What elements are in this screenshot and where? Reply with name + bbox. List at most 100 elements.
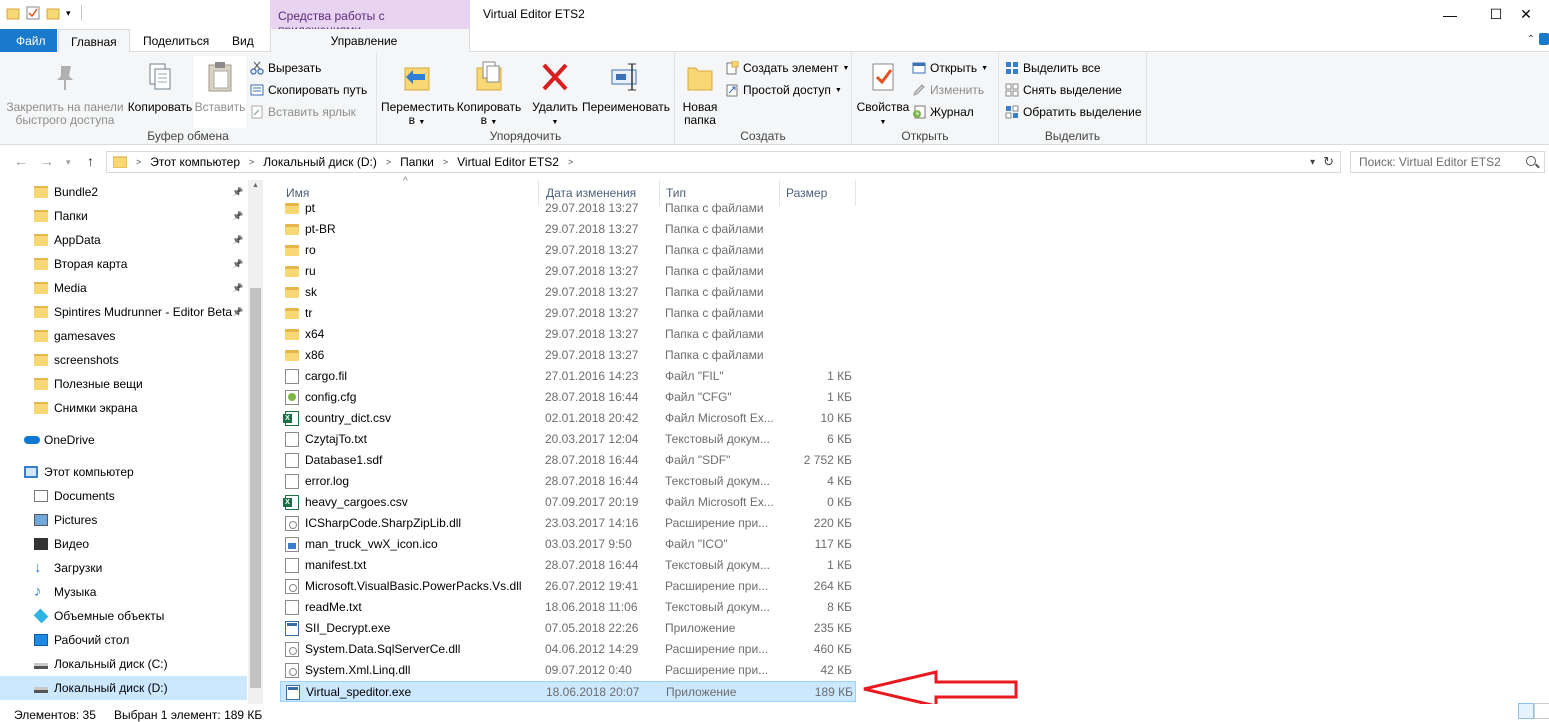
breadcrumb-this-pc[interactable]: Этот компьютер (150, 155, 240, 169)
table-row[interactable]: SII_Decrypt.exe 07.05.2018 22:26 Приложени… (280, 618, 856, 639)
paste-shortcut-button[interactable]: Вставить ярлык (250, 102, 356, 122)
rename-button[interactable]: Переименовать (581, 56, 671, 114)
breadcrumb-drive-d[interactable]: Локальный диск (D:) (263, 155, 377, 169)
chevron-right-icon[interactable]: > (386, 157, 391, 167)
copy-path-button[interactable]: Скопировать путь (250, 80, 367, 100)
nav-item-pc-location[interactable]: Pictures (0, 508, 247, 532)
table-row[interactable]: pt-BR 29.07.2018 13:27 Папка с файлами (280, 219, 856, 240)
nav-item-quick-access[interactable]: Полезные вещи (0, 372, 247, 396)
address-bar[interactable]: > Этот компьютер > Локальный диск (D:) >… (106, 151, 1341, 173)
open-button[interactable]: Открыть ▼ (912, 58, 988, 78)
nav-item-quick-access[interactable]: Bundle2 📌 (0, 180, 247, 204)
table-row-selected[interactable]: Virtual_speditor.exe 18.06.2018 20:07 Прил… (280, 681, 856, 702)
tab-manage[interactable]: Управление (270, 29, 470, 52)
nav-item-quick-access[interactable]: screenshots (0, 348, 247, 372)
select-all-button[interactable]: Выделить все (1005, 58, 1101, 78)
nav-scrollbar[interactable]: ▲ (248, 180, 263, 704)
refresh-icon[interactable]: ↻ (1323, 154, 1334, 170)
nav-item-quick-access[interactable]: Вторая карта 📌 (0, 252, 247, 276)
help-icon[interactable] (1539, 33, 1549, 45)
large-icons-view-icon[interactable] (1534, 703, 1549, 719)
nav-item-pc-location[interactable]: Локальный диск (D:) (0, 676, 247, 700)
forward-arrow-icon[interactable]: → (40, 153, 54, 169)
nav-item-pc-location[interactable]: Объемные объекты (0, 604, 247, 628)
back-arrow-icon[interactable]: ← (14, 153, 28, 169)
easy-access-button[interactable]: Простой доступ ▼ (725, 80, 842, 100)
table-row[interactable]: ICSharpCode.SharpZipLib.dll 23.03.2017 14… (280, 513, 856, 534)
tab-share[interactable]: Поделиться (131, 29, 221, 52)
chevron-right-icon[interactable]: > (249, 157, 254, 167)
nav-item-pc-location[interactable]: Рабочий стол (0, 628, 247, 652)
pin-quick-access-button[interactable]: Закрепить на панели быстрого доступа (4, 56, 126, 127)
cut-button[interactable]: Вырезать (250, 58, 321, 78)
table-row[interactable]: x64 29.07.2018 13:27 Папка с файлами (280, 324, 856, 345)
table-row[interactable]: pt 29.07.2018 13:27 Папка с файлами (280, 198, 856, 219)
table-row[interactable]: cargo.fil 27.01.2016 14:23 Файл "FIL" 1 КБ (280, 366, 856, 387)
breadcrumb-current[interactable]: Virtual Editor ETS2 (457, 155, 559, 169)
chevron-right-icon[interactable]: > (443, 157, 448, 167)
edit-button[interactable]: Изменить (912, 80, 984, 100)
table-row[interactable]: sk 29.07.2018 13:27 Папка с файлами (280, 282, 856, 303)
table-row[interactable]: readMe.txt 18.06.2018 11:06 Текстовый доку… (280, 597, 856, 618)
nav-item-quick-access[interactable]: Снимки экрана (0, 396, 247, 420)
tab-home[interactable]: Главная (58, 29, 130, 53)
details-view-icon[interactable] (1518, 703, 1534, 719)
table-row[interactable]: System.Data.SqlServerCe.dll 04.06.2012 14… (280, 639, 856, 660)
tab-file[interactable]: Файл (0, 29, 57, 52)
table-row[interactable]: man_truck_vwX_icon.ico 03.03.2017 9:50 Фай… (280, 534, 856, 555)
nav-item-pc-location[interactable]: ↓ Загрузки (0, 556, 247, 580)
qat-dropdown-icon[interactable]: ▾ (66, 8, 71, 19)
nav-item-quick-access[interactable]: AppData 📌 (0, 228, 247, 252)
close-button[interactable]: ✕ (1503, 0, 1549, 29)
table-row[interactable]: ru 29.07.2018 13:27 Папка с файлами (280, 261, 856, 282)
properties-icon[interactable] (26, 6, 40, 20)
nav-item-quick-access[interactable]: gamesaves (0, 324, 247, 348)
delete-button[interactable]: Удалить ▼ (529, 56, 581, 129)
nav-item-quick-access[interactable]: Spintires Mudrunner - Editor Beta 📌 (0, 300, 247, 324)
nav-item-pc-location[interactable]: Documents (0, 484, 247, 508)
ribbon-collapse-icon[interactable]: ⌃ (1527, 34, 1535, 45)
minimize-button[interactable]: — (1427, 0, 1473, 29)
copy-to-button[interactable]: Копировать в ▼ (453, 56, 525, 129)
new-folder-button[interactable]: Новая папка (677, 56, 723, 127)
nav-item-onedrive[interactable]: OneDrive (0, 428, 247, 452)
table-row[interactable]: error.log 28.07.2018 16:44 Текстовый докум… (280, 471, 856, 492)
paste-button[interactable]: Вставить (194, 56, 246, 128)
nav-item-this-pc[interactable]: Этот компьютер (0, 460, 247, 484)
nav-item-pc-location[interactable]: Локальный диск (C:) (0, 652, 247, 676)
table-row[interactable]: x86 29.07.2018 13:27 Папка с файлами (280, 345, 856, 366)
table-row[interactable]: config.cfg 28.07.2018 16:44 Файл "CFG" 1 КБ (280, 387, 856, 408)
history-button[interactable]: Журнал (912, 102, 974, 122)
file-type: Файл Microsoft Ex... (665, 495, 774, 509)
breadcrumb-folders[interactable]: Папки (400, 155, 434, 169)
tab-view[interactable]: Вид (220, 29, 266, 52)
recent-locations-icon[interactable]: ▾ (66, 157, 71, 168)
new-folder-icon[interactable] (46, 6, 60, 20)
nav-item-quick-access[interactable]: Media 📌 (0, 276, 247, 300)
table-row[interactable]: Database1.sdf 28.07.2018 16:44 Файл "SDF" 2… (280, 450, 856, 471)
table-row[interactable]: country_dict.csv 02.01.2018 20:42 Файл Mic… (280, 408, 856, 429)
address-dropdown-icon[interactable]: ▾ (1310, 157, 1315, 168)
new-item-button[interactable]: Создать элемент ▼ (725, 58, 849, 78)
nav-scrollbar-thumb[interactable] (250, 288, 261, 688)
table-row[interactable]: System.Xml.Linq.dll 09.07.2012 0:40 Расшир… (280, 660, 856, 681)
up-arrow-icon[interactable]: ↑ (87, 153, 94, 169)
invert-selection-button[interactable]: Обратить выделение (1005, 102, 1142, 122)
folder-icon[interactable] (6, 6, 20, 20)
properties-button[interactable]: Свойства ▼ (856, 56, 910, 129)
move-to-button[interactable]: Переместить в ▼ (381, 56, 455, 129)
nav-item-quick-access[interactable]: Папки 📌 (0, 204, 247, 228)
scroll-up-icon[interactable]: ▲ (252, 182, 259, 189)
nav-item-pc-location[interactable]: ♪ Музыка (0, 580, 247, 604)
table-row[interactable]: manifest.txt 28.07.2018 16:44 Текстовый до… (280, 555, 856, 576)
nav-item-pc-location[interactable]: Видео (0, 532, 247, 556)
table-row[interactable]: ro 29.07.2018 13:27 Папка с файлами (280, 240, 856, 261)
table-row[interactable]: tr 29.07.2018 13:27 Папка с файлами (280, 303, 856, 324)
chevron-right-icon[interactable]: > (568, 157, 573, 167)
table-row[interactable]: heavy_cargoes.csv 07.09.2017 20:19 Файл Mi… (280, 492, 856, 513)
select-none-button[interactable]: Снять выделение (1005, 80, 1122, 100)
search-input[interactable]: Поиск: Virtual Editor ETS2 (1350, 151, 1545, 173)
copy-button[interactable]: Копировать (126, 56, 194, 114)
table-row[interactable]: Microsoft.VisualBasic.PowerPacks.Vs.dll 2… (280, 576, 856, 597)
table-row[interactable]: CzytajTo.txt 20.03.2017 12:04 Текстовый до… (280, 429, 856, 450)
